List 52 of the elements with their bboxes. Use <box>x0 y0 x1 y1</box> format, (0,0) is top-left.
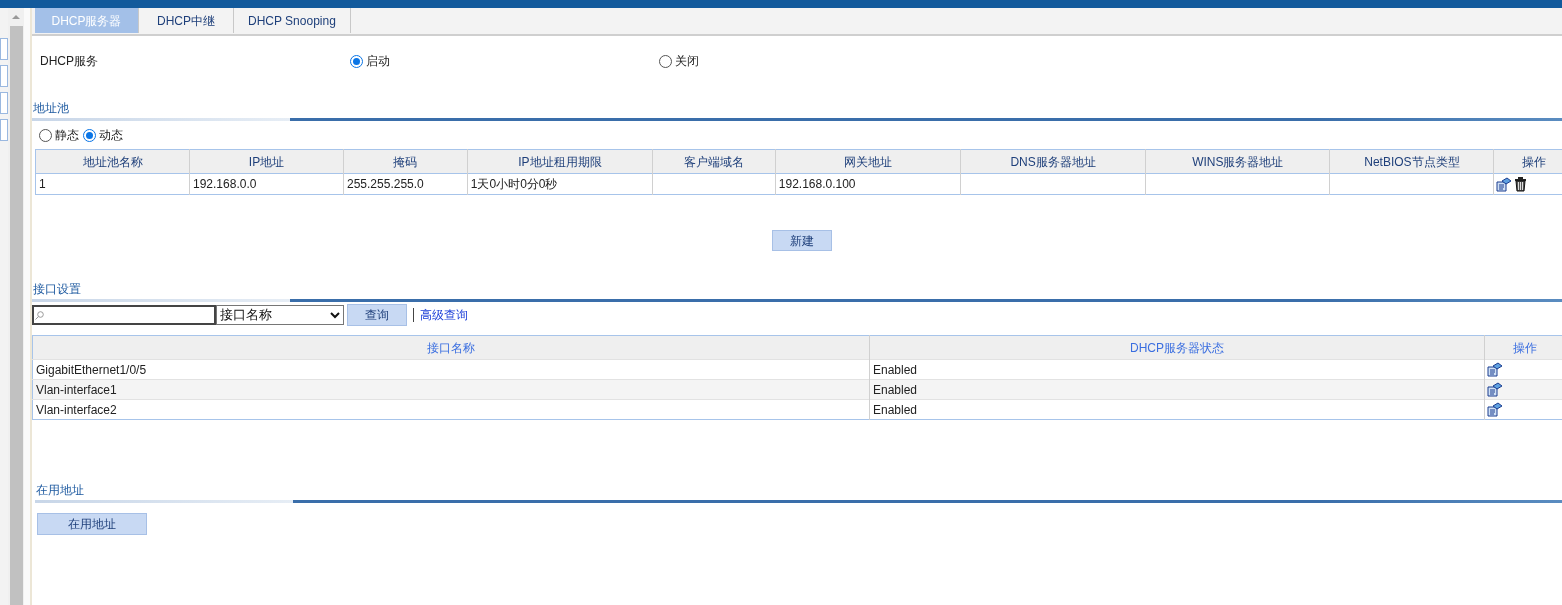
radio-label: 静态 <box>55 127 79 144</box>
column-header: 网关地址 <box>775 149 961 174</box>
column-header: 地址池名称 <box>35 149 190 174</box>
table-cell: Vlan-interface2 <box>32 399 870 420</box>
column-header: DNS服务器地址 <box>960 149 1146 174</box>
column-header: IP地址租用期限 <box>467 149 653 174</box>
table-cell: GigabitEthernet1/0/5 <box>32 359 870 380</box>
column-header: 接口名称 <box>32 335 870 360</box>
chevron-down-icon <box>330 311 340 319</box>
table-cell: 192.168.0.100 <box>775 173 961 195</box>
table-cell: 1 <box>35 173 190 195</box>
column-header: 操作 <box>1493 149 1562 174</box>
table-cell: Enabled <box>869 399 1485 420</box>
search-icon <box>35 310 44 320</box>
tab[interactable]: DHCP Snooping <box>234 8 351 33</box>
search-field[interactable] <box>32 305 216 325</box>
trash-icon[interactable] <box>1515 176 1527 192</box>
radio-label: 启动 <box>366 53 390 70</box>
column-header: 操作 <box>1484 335 1562 360</box>
edit-icon[interactable] <box>1487 382 1503 397</box>
radio-label: 动态 <box>99 127 123 144</box>
table-cell: Vlan-interface1 <box>32 379 870 400</box>
section-title: 地址池 <box>32 100 69 116</box>
radio-button[interactable] <box>350 54 363 68</box>
section-title: 在用地址 <box>35 482 84 498</box>
table-cell: 1天0小时0分0秒 <box>467 173 653 195</box>
column-header: IP地址 <box>189 149 344 174</box>
section-title: 接口设置 <box>32 281 81 297</box>
table-cell: 255.255.255.0 <box>343 173 468 195</box>
radio-button[interactable] <box>659 54 672 68</box>
column-header: NetBIOS节点类型 <box>1329 149 1494 174</box>
in-use-address-button[interactable]: 在用地址 <box>37 513 147 535</box>
column-header: DHCP服务器状态 <box>869 335 1485 360</box>
tab[interactable]: DHCP中继 <box>139 8 234 33</box>
field-label: DHCP服务 <box>40 53 99 70</box>
radio-label: 关闭 <box>675 53 699 70</box>
advanced-search-link[interactable]: 高级查询 <box>420 306 468 324</box>
scroll-up-icon[interactable] <box>12 14 20 20</box>
column-header: 客户端域名 <box>652 149 776 174</box>
edit-icon[interactable] <box>1496 176 1513 192</box>
edit-icon[interactable] <box>1487 362 1503 377</box>
scrollbar-thumb[interactable] <box>9 26 23 605</box>
radio-button[interactable] <box>83 128 96 142</box>
filter-dropdown[interactable]: 接口名称 <box>216 305 344 325</box>
table-cell: 192.168.0.0 <box>189 173 344 195</box>
column-header: 掩码 <box>343 149 468 174</box>
scrollbar[interactable] <box>8 8 24 605</box>
query-button[interactable]: 查询 <box>347 304 407 326</box>
edit-icon[interactable] <box>1487 402 1503 417</box>
radio-button[interactable] <box>39 128 52 142</box>
new-button[interactable]: 新建 <box>772 230 832 251</box>
column-header: WINS服务器地址 <box>1145 149 1330 174</box>
